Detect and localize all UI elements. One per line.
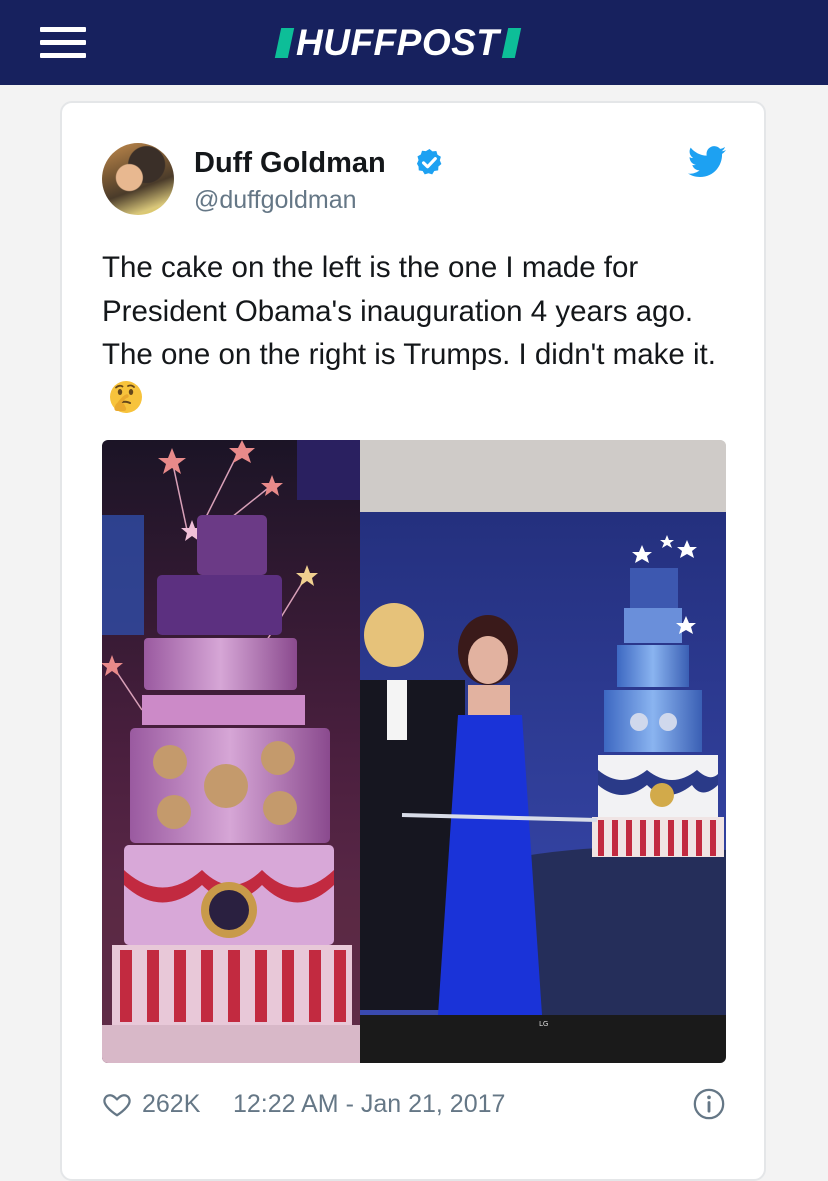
like-button[interactable]: 262K xyxy=(102,1084,200,1124)
thinking-face-emoji xyxy=(110,380,142,413)
tweet-text: The cake on the left is the one I made f… xyxy=(102,246,734,420)
like-count: 262K xyxy=(142,1090,201,1118)
verified-badge-icon xyxy=(416,148,442,175)
twitter-bird-icon[interactable] xyxy=(688,146,726,178)
tv-brand-label: LG xyxy=(539,1020,548,1028)
heart-icon xyxy=(103,1094,131,1117)
info-icon[interactable] xyxy=(692,1087,726,1121)
site-header: HUFFPOST xyxy=(0,0,828,85)
author-handle[interactable]: @duffgoldman xyxy=(194,183,357,217)
avatar[interactable] xyxy=(102,143,174,215)
logo-right-bar xyxy=(502,28,522,58)
huffpost-logo[interactable]: HUFFPOST xyxy=(274,20,522,66)
tweet-body: The cake on the left is the one I made f… xyxy=(102,251,716,371)
tweet-photo[interactable]: LG xyxy=(102,440,726,1063)
logo-text: HUFFPOST xyxy=(296,22,500,63)
tweet-footer: 262K 12:22 AM - Jan 21, 2017 xyxy=(102,1084,726,1124)
cake-comparison-image: LG xyxy=(102,440,726,1063)
hamburger-menu-icon[interactable] xyxy=(40,27,86,59)
tweet-timestamp[interactable]: 12:22 AM - Jan 21, 2017 xyxy=(233,1084,505,1124)
logo-left-bar xyxy=(274,28,295,58)
author-name[interactable]: Duff Goldman xyxy=(194,144,386,182)
